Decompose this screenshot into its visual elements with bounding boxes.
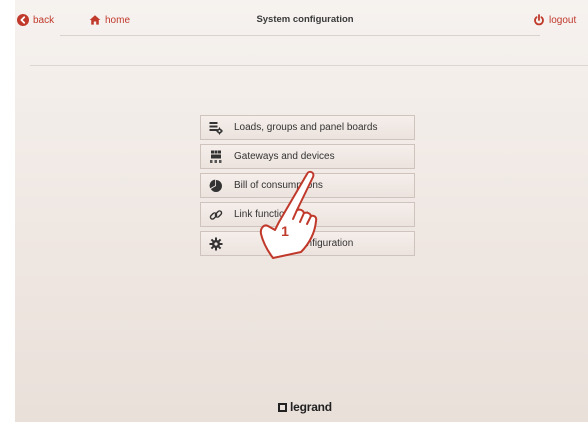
panel-board-icon — [209, 121, 223, 135]
top-bar: back home System configuration logout — [15, 0, 588, 38]
legrand-logo-mark — [278, 402, 287, 412]
menu-item-label: Loads, groups and panel boards — [234, 122, 378, 133]
back-button[interactable]: back — [17, 14, 54, 26]
home-button[interactable]: home — [89, 14, 130, 26]
tap-gesture-hand: 1 — [259, 170, 318, 259]
pie-chart-icon — [209, 179, 223, 193]
header-divider — [60, 35, 540, 36]
menu-item-label: Gateways and devices — [234, 151, 335, 162]
home-label: home — [105, 14, 131, 26]
back-arrow-icon — [17, 14, 29, 26]
page-title: System configuration — [256, 14, 354, 25]
step-number: 1 — [281, 223, 289, 239]
brand-name: legrand — [290, 400, 332, 414]
home-icon — [89, 14, 101, 26]
legrand-logo: legrand — [278, 400, 332, 414]
section-divider — [30, 65, 588, 66]
back-label: back — [33, 14, 55, 26]
gear-icon — [209, 237, 223, 251]
logout-button[interactable]: logout — [533, 14, 576, 26]
menu-item-loads-groups-panel-boards[interactable]: Loads, groups and panel boards — [200, 115, 415, 140]
logout-label: logout — [549, 14, 577, 26]
system-configuration-screen: back home System configuration logout Lo… — [15, 0, 588, 422]
gateway-icon — [209, 150, 223, 164]
power-icon — [533, 14, 545, 26]
link-icon — [209, 208, 223, 222]
